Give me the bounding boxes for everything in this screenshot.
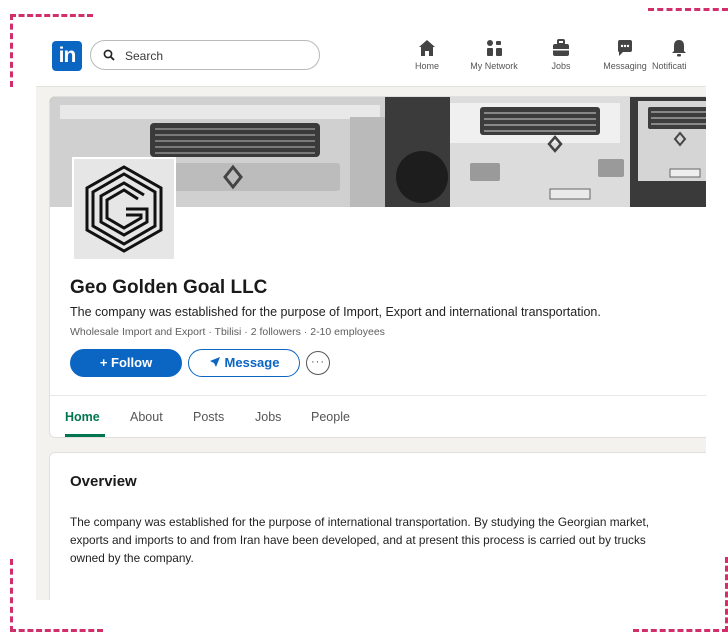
nav-item-notifications[interactable]: Notificati [652, 38, 706, 71]
linkedin-page: in Home My Networ [36, 24, 706, 600]
more-options-button[interactable]: ··· [306, 351, 330, 375]
company-tagline: The company was established for the purp… [70, 305, 601, 319]
nav-item-jobs[interactable]: Jobs [526, 38, 596, 71]
search-box[interactable] [90, 40, 320, 70]
search-icon [103, 49, 115, 61]
nav-item-messaging[interactable]: Messaging [590, 38, 660, 71]
company-meta: Wholesale Import and Export · Tbilisi · … [70, 326, 385, 338]
home-icon [419, 40, 435, 56]
overview-title: Overview [70, 473, 137, 490]
company-tabs: Home About Posts Jobs People [50, 395, 706, 437]
network-icon [487, 40, 502, 56]
follow-button[interactable]: + Follow [70, 349, 182, 377]
top-navigation-bar: in Home My Networ [36, 24, 706, 87]
nav-item-my-network[interactable]: My Network [459, 38, 529, 71]
nav-label: Notificati [652, 61, 687, 71]
company-name: Geo Golden Goal LLC [70, 277, 268, 298]
company-top-card: Geo Golden Goal LLC The company was esta… [49, 96, 706, 438]
active-tab-indicator [65, 434, 105, 437]
overview-card: Overview The company was established for… [49, 452, 706, 600]
nav-label: Home [414, 61, 439, 71]
company-logo[interactable] [72, 157, 176, 261]
message-button[interactable]: Message [188, 349, 300, 377]
tab-people[interactable]: People [311, 410, 350, 424]
bell-icon [672, 40, 686, 57]
nav-label: Jobs [551, 61, 571, 71]
nav-label: Messaging [603, 61, 647, 71]
search-input[interactable] [123, 45, 307, 67]
messaging-icon [618, 40, 632, 56]
corner-mark-top-right [648, 8, 728, 12]
tab-jobs[interactable]: Jobs [255, 410, 281, 424]
message-button-label: Message [224, 355, 280, 370]
nav-item-home[interactable]: Home [392, 38, 462, 71]
tab-home[interactable]: Home [65, 410, 100, 424]
linkedin-logo[interactable]: in [52, 41, 82, 71]
tab-about[interactable]: About [130, 410, 163, 424]
send-icon [209, 357, 220, 367]
nav-label: My Network [470, 61, 518, 71]
briefcase-icon [553, 39, 569, 56]
geo-golden-goal-logo [85, 165, 163, 253]
overview-text: The company was established for the purp… [70, 515, 650, 565]
tab-posts[interactable]: Posts [193, 410, 224, 424]
